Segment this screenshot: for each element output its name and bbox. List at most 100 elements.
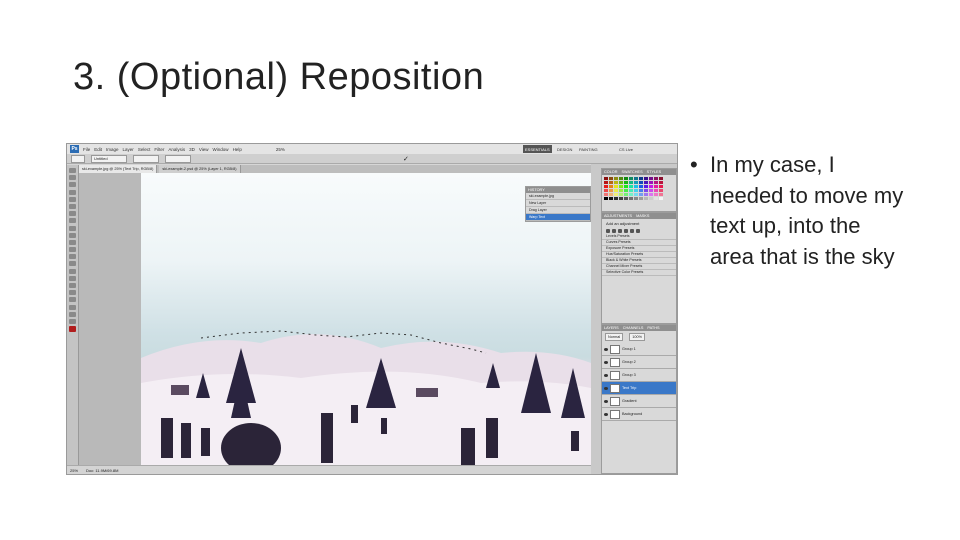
swatch[interactable] bbox=[634, 181, 638, 184]
menu-file[interactable]: File bbox=[83, 147, 90, 152]
tab-channels[interactable]: CHANNELS bbox=[623, 326, 644, 330]
swatch[interactable] bbox=[624, 193, 628, 196]
swatch[interactable] bbox=[604, 185, 608, 188]
layer-row[interactable]: Gradient bbox=[602, 395, 676, 408]
history-row[interactable]: ski-example.jpg bbox=[526, 193, 590, 200]
swatch[interactable] bbox=[654, 193, 658, 196]
menu-analysis[interactable]: Analysis bbox=[168, 147, 185, 152]
swatch[interactable] bbox=[639, 197, 643, 200]
layer-row-selected[interactable]: Text Trip bbox=[602, 382, 676, 395]
preset-item[interactable]: Selective Color Presets bbox=[602, 270, 676, 276]
ski-photo-canvas[interactable] bbox=[141, 173, 591, 465]
tab-swatches[interactable]: SWATCHES bbox=[622, 170, 643, 174]
swatch[interactable] bbox=[644, 193, 648, 196]
swatch[interactable] bbox=[604, 197, 608, 200]
eye-icon[interactable] bbox=[604, 399, 608, 403]
swatch[interactable] bbox=[639, 189, 643, 192]
swatch[interactable] bbox=[644, 189, 648, 192]
history-row[interactable]: Drag Layer bbox=[526, 207, 590, 214]
quick-mask-icon[interactable] bbox=[69, 318, 76, 324]
tab-color[interactable]: COLOR bbox=[604, 170, 618, 174]
eye-icon[interactable] bbox=[604, 412, 608, 416]
status-doc-info[interactable]: Doc: 11.9M/69.8M bbox=[86, 468, 118, 473]
swatch[interactable] bbox=[639, 193, 643, 196]
tab-adjustments[interactable]: ADJUSTMENTS bbox=[604, 214, 632, 218]
swatch[interactable] bbox=[609, 197, 613, 200]
layer-row[interactable]: Group 1 bbox=[602, 343, 676, 356]
tool-preset-picker[interactable] bbox=[71, 154, 85, 163]
swatch[interactable] bbox=[649, 185, 653, 188]
swatch[interactable] bbox=[624, 181, 628, 184]
swatch[interactable] bbox=[614, 177, 618, 180]
swatch[interactable] bbox=[614, 181, 618, 184]
crop-tool-icon[interactable] bbox=[69, 196, 76, 202]
commit-check-icon[interactable]: ✓ bbox=[403, 155, 409, 163]
swatch[interactable] bbox=[659, 181, 663, 184]
swatch[interactable] bbox=[654, 181, 658, 184]
menu-view[interactable]: View bbox=[199, 147, 209, 152]
swatch[interactable] bbox=[659, 189, 663, 192]
swatch[interactable] bbox=[649, 189, 653, 192]
move-tool-icon[interactable] bbox=[69, 168, 76, 173]
swatch[interactable] bbox=[619, 193, 623, 196]
swatch[interactable] bbox=[619, 185, 623, 188]
menu-layer[interactable]: Layer bbox=[123, 147, 134, 152]
swatch[interactable] bbox=[649, 197, 653, 200]
stamp-tool-icon[interactable] bbox=[69, 225, 76, 231]
status-zoom[interactable]: 25% bbox=[70, 468, 78, 473]
brightness-icon[interactable] bbox=[606, 229, 610, 233]
menu-edit[interactable]: Edit bbox=[94, 147, 102, 152]
swatch[interactable] bbox=[629, 177, 633, 180]
swatch[interactable] bbox=[624, 185, 628, 188]
swatch[interactable] bbox=[644, 177, 648, 180]
eye-icon[interactable] bbox=[604, 360, 608, 364]
swatch[interactable] bbox=[619, 177, 623, 180]
gradient-tool-icon[interactable] bbox=[69, 247, 76, 253]
tab-paths[interactable]: PATHS bbox=[647, 326, 659, 330]
3d-tool-icon[interactable] bbox=[69, 297, 76, 303]
preset-field[interactable]: Untitled bbox=[91, 154, 127, 163]
swatch[interactable] bbox=[639, 185, 643, 188]
opacity-field[interactable]: 100% bbox=[629, 333, 645, 341]
canvas-area[interactable] bbox=[79, 173, 591, 465]
menu-image[interactable]: Image bbox=[106, 147, 119, 152]
swatch[interactable] bbox=[639, 177, 643, 180]
swatch[interactable] bbox=[644, 185, 648, 188]
swatch[interactable] bbox=[629, 193, 633, 196]
eye-icon[interactable] bbox=[604, 347, 608, 351]
exposure-icon[interactable] bbox=[624, 229, 628, 233]
eraser-tool-icon[interactable] bbox=[69, 239, 76, 245]
zoom-tool-icon[interactable] bbox=[69, 311, 76, 317]
swatch[interactable] bbox=[614, 197, 618, 200]
menu-help[interactable]: Help bbox=[233, 147, 242, 152]
swatch[interactable] bbox=[604, 193, 608, 196]
swatch[interactable] bbox=[624, 177, 628, 180]
size-field[interactable] bbox=[133, 154, 159, 163]
blur-tool-icon[interactable] bbox=[69, 254, 76, 260]
swatch[interactable] bbox=[609, 193, 613, 196]
history-row-selected[interactable]: Warp Text bbox=[526, 214, 590, 221]
swatch[interactable] bbox=[634, 185, 638, 188]
swatch[interactable] bbox=[634, 189, 638, 192]
workspace-painting[interactable]: PAINTING bbox=[577, 145, 600, 153]
path-select-tool-icon[interactable] bbox=[69, 283, 76, 288]
marquee-tool-icon[interactable] bbox=[69, 175, 76, 181]
swatch[interactable] bbox=[604, 181, 608, 184]
hand-tool-icon[interactable] bbox=[69, 304, 76, 310]
zoom-level[interactable]: 25% bbox=[276, 147, 285, 152]
doc-tab-ski-example[interactable]: ski-example.jpg @ 25% (Text Trip, RGB/8) bbox=[79, 165, 158, 173]
swatch[interactable] bbox=[629, 189, 633, 192]
swatch[interactable] bbox=[624, 197, 628, 200]
swatch[interactable] bbox=[629, 185, 633, 188]
swatch[interactable] bbox=[614, 185, 618, 188]
eye-icon[interactable] bbox=[604, 373, 608, 377]
swatch[interactable] bbox=[634, 193, 638, 196]
swatch[interactable] bbox=[649, 177, 653, 180]
layer-row[interactable]: Background bbox=[602, 408, 676, 421]
history-brush-tool-icon[interactable] bbox=[69, 232, 76, 238]
type-tool-icon[interactable] bbox=[69, 275, 76, 281]
swatch[interactable] bbox=[649, 193, 653, 196]
curves-icon[interactable] bbox=[618, 229, 622, 233]
workspace-essentials[interactable]: ESSENTIALS bbox=[523, 145, 552, 153]
swatch[interactable] bbox=[609, 177, 613, 180]
